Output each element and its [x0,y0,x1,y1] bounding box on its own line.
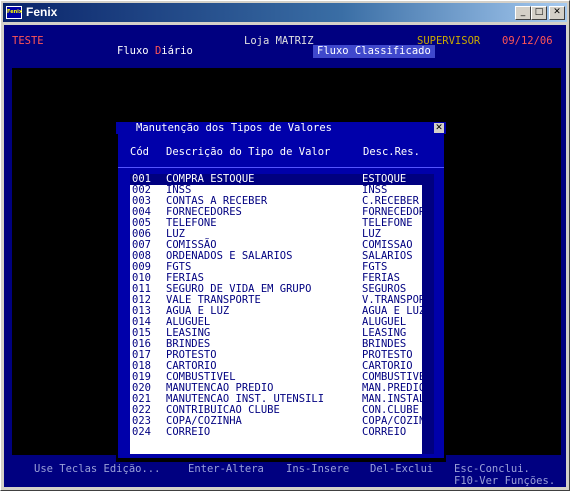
list-rows: 001 COMPRA ESTOQUE ESTOQUE 002 INSS INSS 003 CO… [130,174,434,438]
column-header-short: Desc.Res. [363,146,420,158]
current-date: 09/12/06 [502,35,553,47]
list-scrollbar[interactable] [422,174,434,454]
column-header-code: Cód [130,146,149,158]
close-button[interactable]: ✕ [549,6,565,20]
item-short: CORREIO [362,426,407,438]
status-ins: Ins-Insere [286,463,350,475]
value-types-dialog: Manutenção dos Tipos de Valores ✕ Cód De… [116,122,446,462]
menu-fluxo-diario-rest: iário [161,45,193,57]
list-item[interactable]: 024 CORREIO CORREIO [130,427,434,438]
item-code: 024 [132,426,151,438]
menu-fluxo-diario[interactable]: Fluxo Diário [117,45,193,58]
value-types-list[interactable]: 001 COMPRA ESTOQUE ESTOQUE 002 INSS INSS 003 CO… [130,174,434,454]
status-hint-edit: Use Teclas Edição... [34,463,161,475]
app-window: Fenix Fenix _ □ ✕ TESTE Loja MATRIZ SUPE… [0,0,570,491]
maximize-button[interactable]: □ [531,6,547,20]
dialog-body: Cód Descrição do Tipo de Valor Desc.Res.… [118,134,444,458]
dialog-close-icon[interactable]: ✕ [434,123,444,133]
status-del: Del-Exclui [370,463,434,475]
dialog-title-bar[interactable]: Manutenção dos Tipos de Valores ✕ [116,122,446,134]
status-esc: Esc-Conclui. [454,463,530,475]
store-name: Loja MATRIZ [244,35,314,47]
column-header-description: Descrição do Tipo de Valor [166,146,331,158]
title-bar[interactable]: Fenix Fenix _ □ ✕ [3,3,567,22]
menu-fluxo-diario-text: Fluxo [117,45,155,57]
item-description: CORREIO [166,426,211,438]
dialog-title: Manutenção dos Tipos de Valores [136,122,332,134]
status-enter: Enter-Altera [188,463,264,475]
status-f10: F10-Ver Funções. [454,475,556,487]
menu-fluxo-classificado[interactable]: Fluxo Classificado [313,45,435,58]
user-name: TESTE [12,35,44,47]
header-divider [118,167,444,168]
window-title: Fenix [26,5,58,19]
app-icon[interactable]: Fenix [6,6,22,19]
minimize-button[interactable]: _ [515,6,531,20]
